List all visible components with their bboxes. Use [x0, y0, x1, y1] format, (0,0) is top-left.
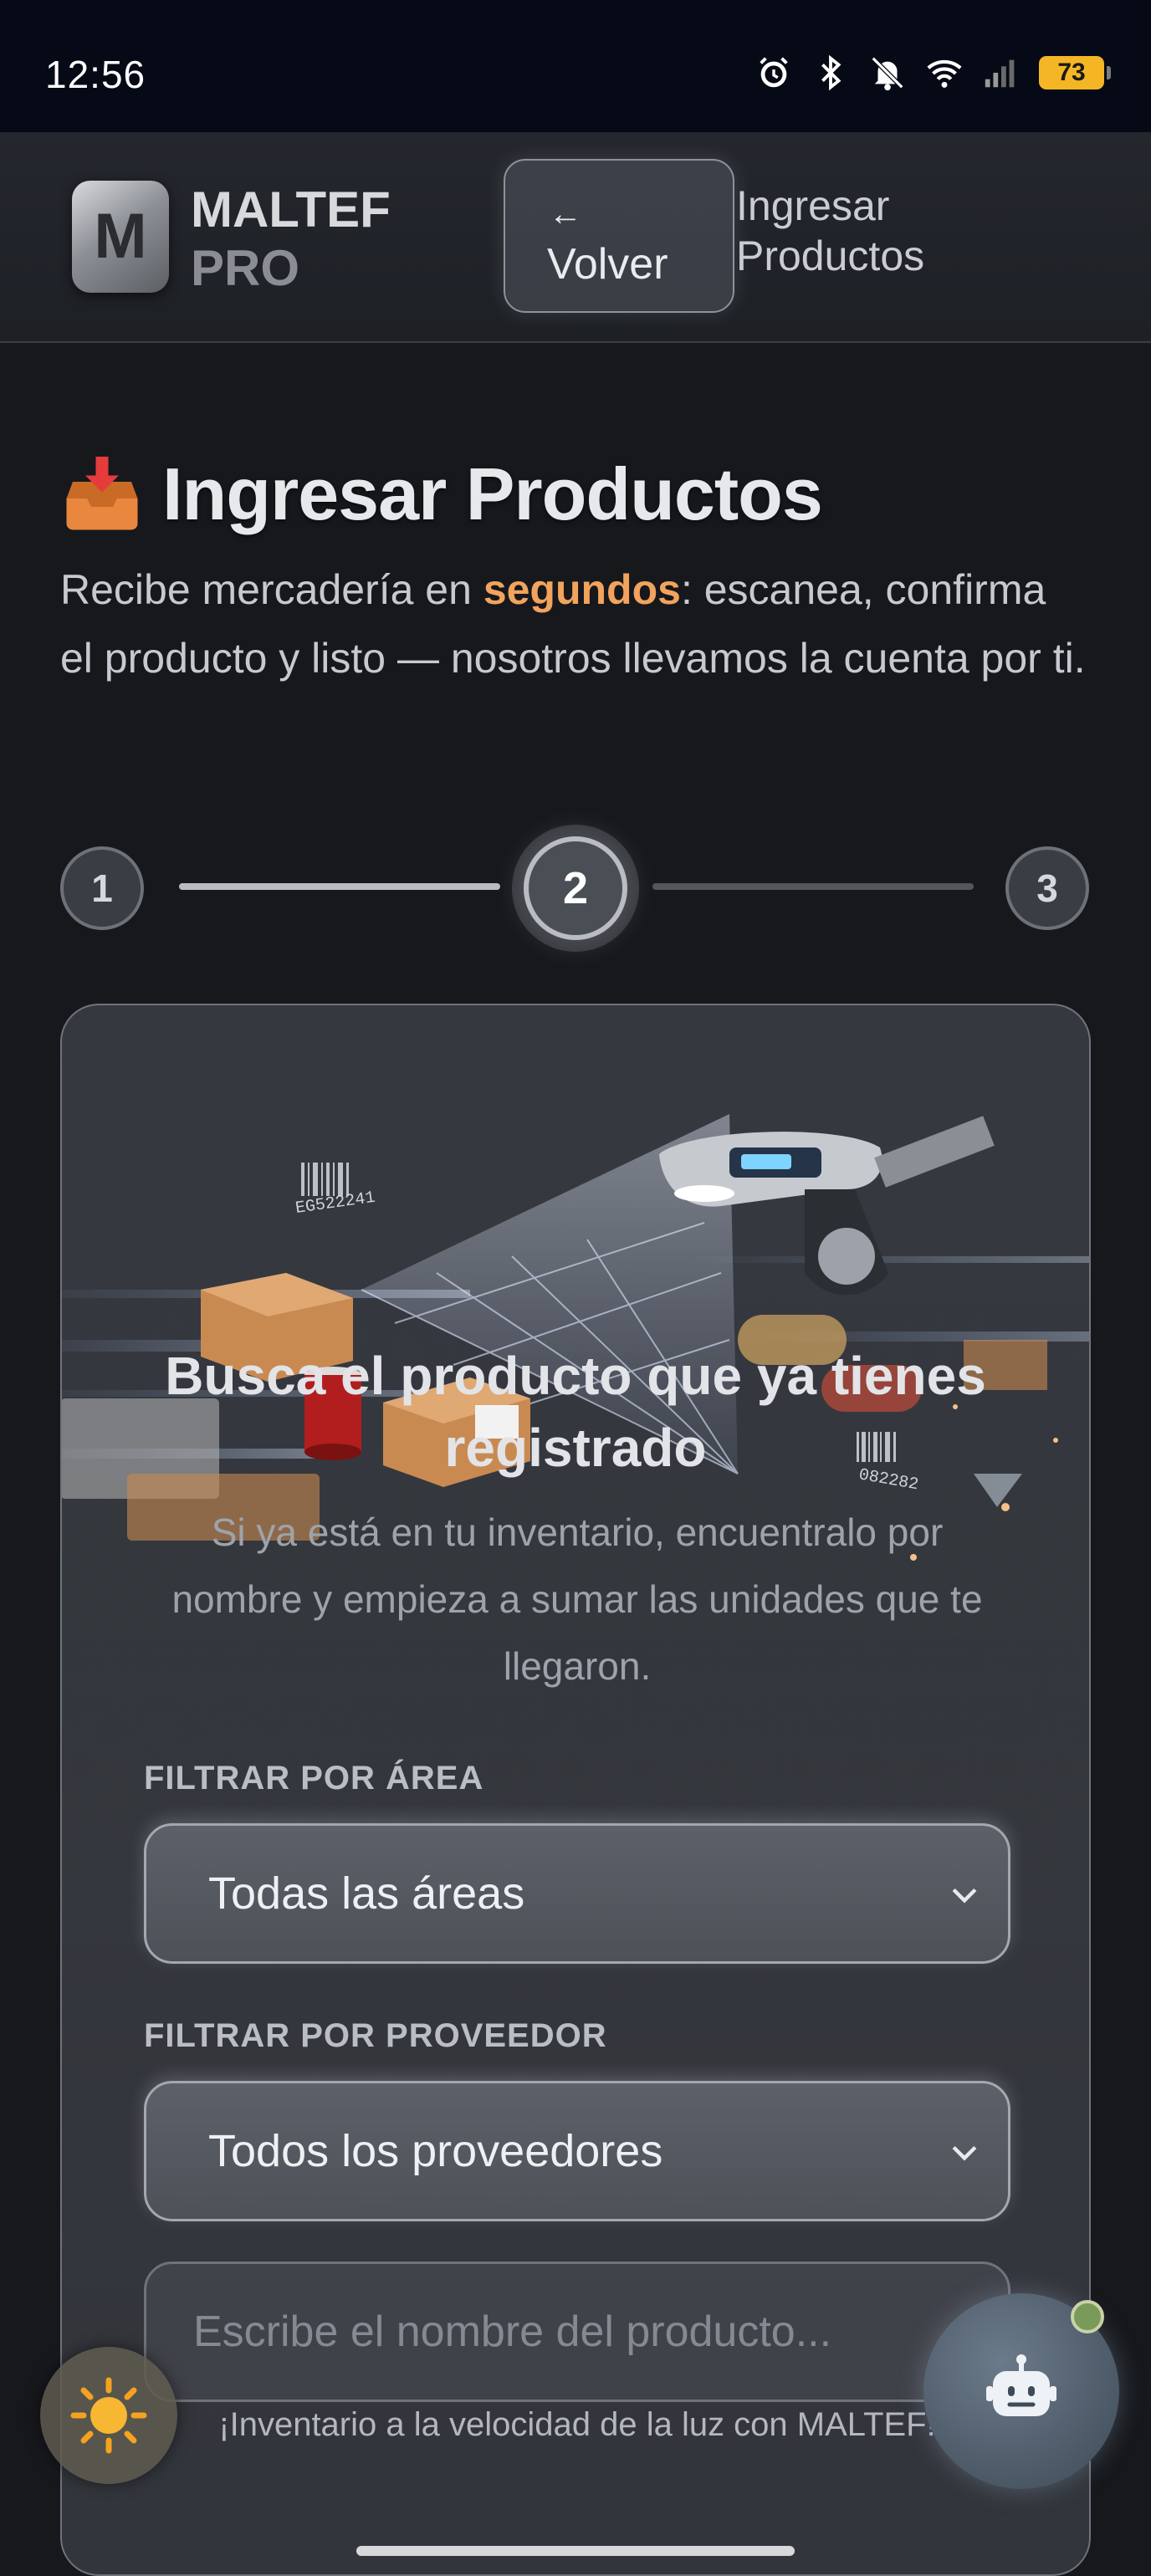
card-subtitle: Si ya está en tu inventario, encuentralo… [171, 1510, 983, 1688]
search-product-card: EG522241 082282 Busca el producto que ya… [60, 1004, 1091, 2576]
description-text-1: Recibe mercadería en [60, 566, 483, 613]
home-indicator[interactable] [356, 2546, 795, 2556]
status-icons: 73 [755, 54, 1111, 92]
page-heading: Ingresar Productos [60, 452, 823, 537]
battery-icon: 73 [1039, 56, 1111, 89]
supplier-filter-value: Todos los proveedores [208, 2126, 663, 2176]
chevron-down-icon [952, 2145, 977, 2161]
footer-tagline: ¡Inventario a la velocidad de la luz con… [218, 2406, 936, 2443]
back-arrow-icon: ← [549, 196, 582, 233]
sun-icon [70, 2377, 147, 2454]
page-description: Recibe mercadería en segundos: escanea, … [60, 555, 1089, 693]
brand-line-1: MALTEF [191, 181, 391, 238]
status-bar: 12:56 73 [0, 0, 1151, 132]
status-time: 12:56 [45, 53, 146, 96]
app-header: M MALTEF PRO ← Volver Ingresar Productos [0, 132, 1151, 343]
brand-line-2: PRO [191, 240, 300, 296]
step-connector-2 [652, 883, 974, 890]
robot-icon [986, 2354, 1056, 2416]
step-1[interactable]: 1 [60, 846, 144, 930]
step-2-current[interactable]: 2 [524, 836, 627, 940]
supplier-filter-label: FILTRAR POR PROVEEDOR [144, 2017, 607, 2054]
card-title: Busca el producto que ya tienes registra… [165, 1346, 986, 1478]
area-filter-value: Todas las áreas [208, 1868, 525, 1919]
back-button-label: Volver [547, 240, 668, 289]
page-title: Ingresar Productos [162, 452, 823, 535]
chevron-down-icon [952, 1888, 977, 1904]
signal-icon [985, 59, 1015, 88]
theme-toggle-button[interactable] [40, 2347, 177, 2484]
logo: M [72, 181, 169, 293]
supplier-filter-select[interactable]: Todos los proveedores [144, 2081, 1010, 2221]
barcode-label-1: EG522241 [294, 1188, 376, 1219]
area-filter-select[interactable]: Todas las áreas [144, 1823, 1010, 1964]
step-3[interactable]: 3 [1005, 846, 1089, 930]
area-filter-label: FILTRAR POR ÁREA [144, 1760, 484, 1797]
bluetooth-icon [821, 54, 842, 91]
alarm-icon [760, 57, 788, 88]
brand-name: MALTEF PRO [191, 181, 391, 298]
online-status-dot [1071, 2300, 1104, 2333]
back-button[interactable]: ← Volver [504, 159, 734, 313]
description-highlight: segundos [483, 566, 681, 613]
inbox-tray-icon [66, 457, 138, 530]
wifi-icon [927, 59, 962, 88]
bell-off-icon [871, 56, 904, 91]
product-search-input[interactable] [144, 2262, 1010, 2402]
header-title: Ingresar Productos [736, 182, 925, 279]
step-connector-1 [179, 883, 500, 890]
